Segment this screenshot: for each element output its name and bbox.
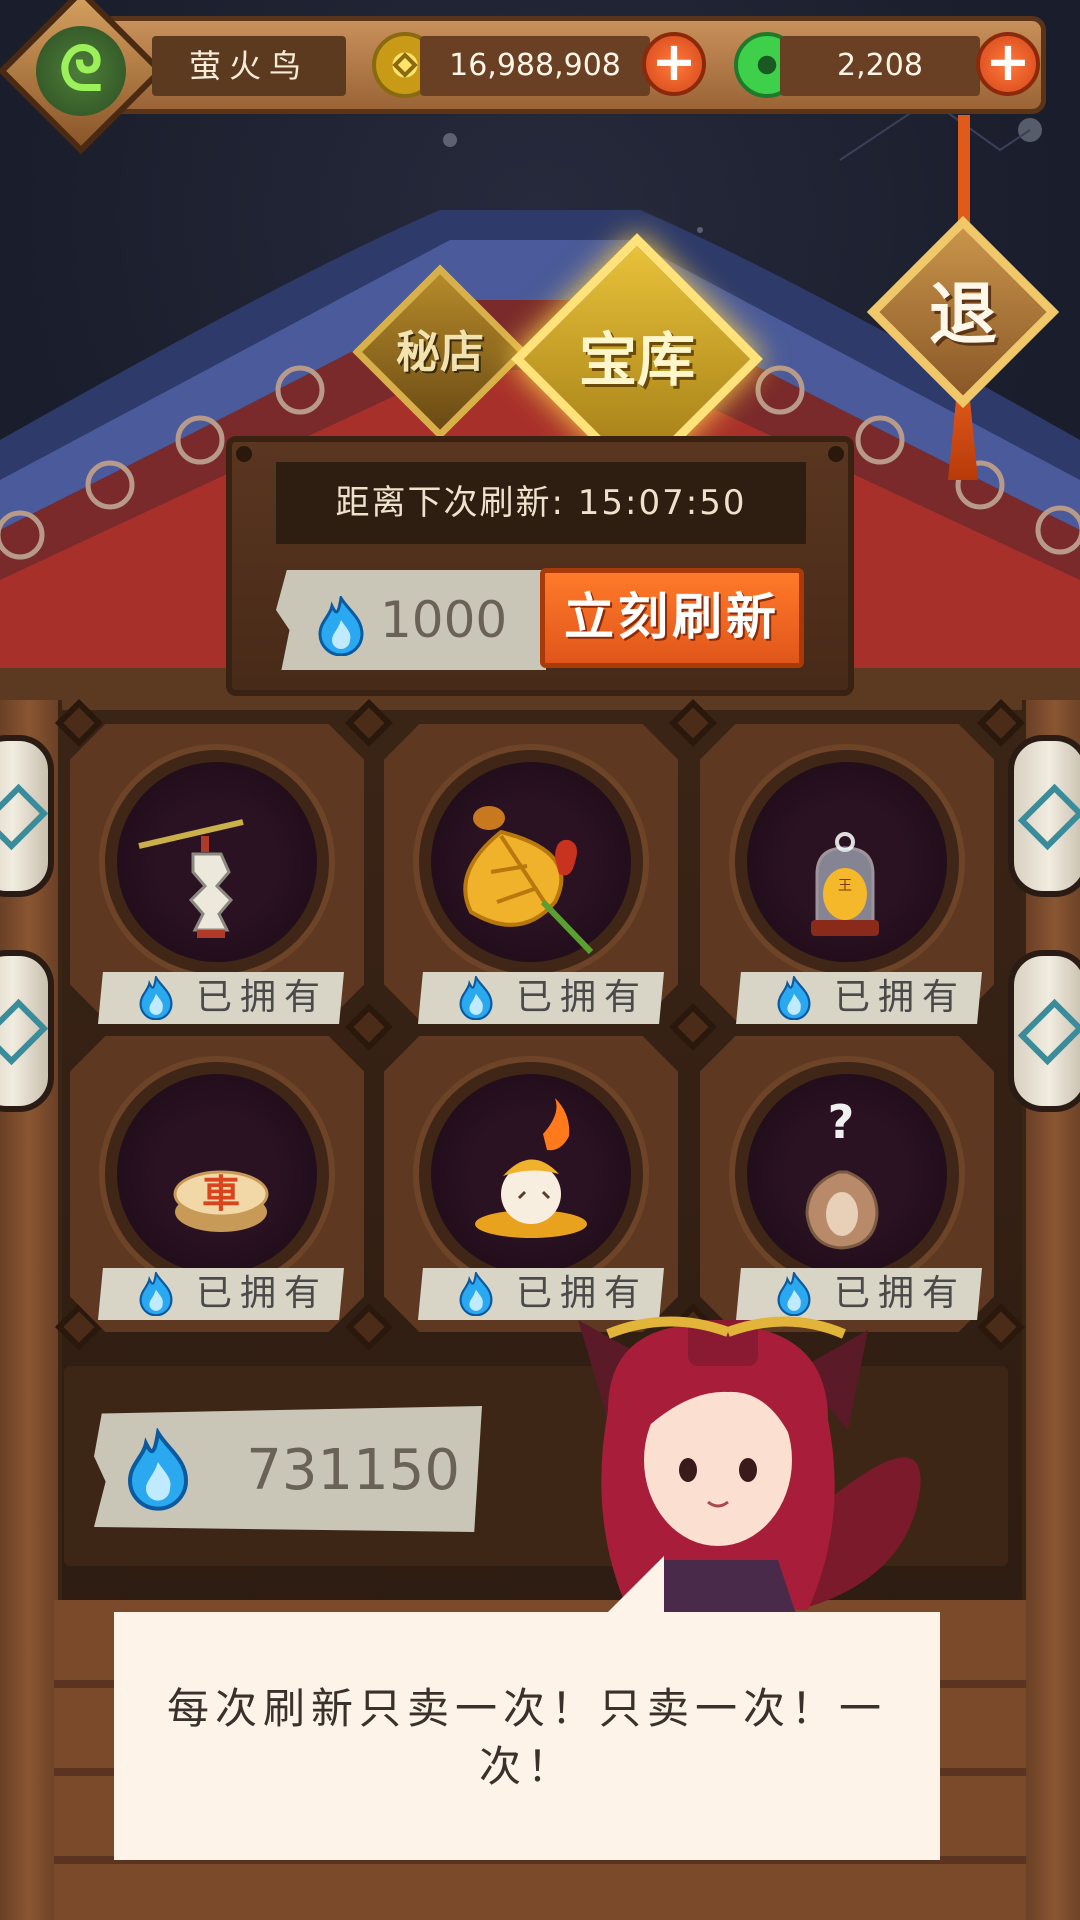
refresh-now-button[interactable]: 立刻刷新 xyxy=(540,568,804,668)
board-stud xyxy=(236,446,252,462)
tab-secret-shop-label: 秘店 xyxy=(396,327,484,378)
add-gold-button[interactable]: + xyxy=(642,32,706,96)
owned-label: 已拥有 xyxy=(196,1273,329,1314)
spirit-flame-icon xyxy=(139,976,173,1020)
add-jade-button[interactable]: + xyxy=(976,32,1040,96)
lantern-decoration xyxy=(1008,735,1080,897)
fox-girl-npc[interactable] xyxy=(548,1280,928,1620)
refresh-timer: 距离下次刷新: 15:07:50 xyxy=(335,483,747,523)
flame-leaf-spirit-icon xyxy=(475,1098,587,1238)
spirit-flame-icon xyxy=(459,976,493,1020)
owned-label: 已拥有 xyxy=(834,977,967,1018)
spirit-flame-icon xyxy=(777,976,811,1020)
lantern-decoration xyxy=(1008,950,1080,1112)
svg-text:王: 王 xyxy=(838,878,852,894)
lantern-decoration xyxy=(0,950,54,1112)
spirit-flame-icon xyxy=(139,1272,173,1316)
gold-amount: 16,988,908 xyxy=(420,36,650,96)
refresh-cost: 1000 xyxy=(380,591,508,649)
mystery-question-mark: ? xyxy=(827,1095,855,1149)
dragon-avatar-icon: ᘓ xyxy=(59,32,103,105)
owned-label: 已拥有 xyxy=(516,977,649,1018)
spirit-flame-icon xyxy=(459,1272,493,1316)
golden-leaf-fan-icon xyxy=(463,806,594,955)
owned-label: 已拥有 xyxy=(196,977,329,1018)
board-stud xyxy=(828,446,844,462)
player-name: 萤火鸟 xyxy=(188,47,309,85)
spirit-flame-balance: 731150 xyxy=(246,1438,460,1503)
jade-amount: 2,208 xyxy=(780,36,980,96)
spirit-flame-icon xyxy=(318,596,364,656)
npc-dialogue: 每次刷新只卖一次！只卖一次！一次！ xyxy=(166,1684,887,1791)
paper-lantern-icon xyxy=(138,819,244,938)
exit-button-label: 退 xyxy=(928,276,997,355)
chess-piece-character: 車 xyxy=(201,1172,240,1216)
tab-vault-label: 宝库 xyxy=(578,326,695,394)
lantern-decoration xyxy=(0,735,54,897)
tiger-in-glass-dome-icon: 王 xyxy=(811,832,879,936)
spirit-flame-icon xyxy=(127,1428,189,1511)
